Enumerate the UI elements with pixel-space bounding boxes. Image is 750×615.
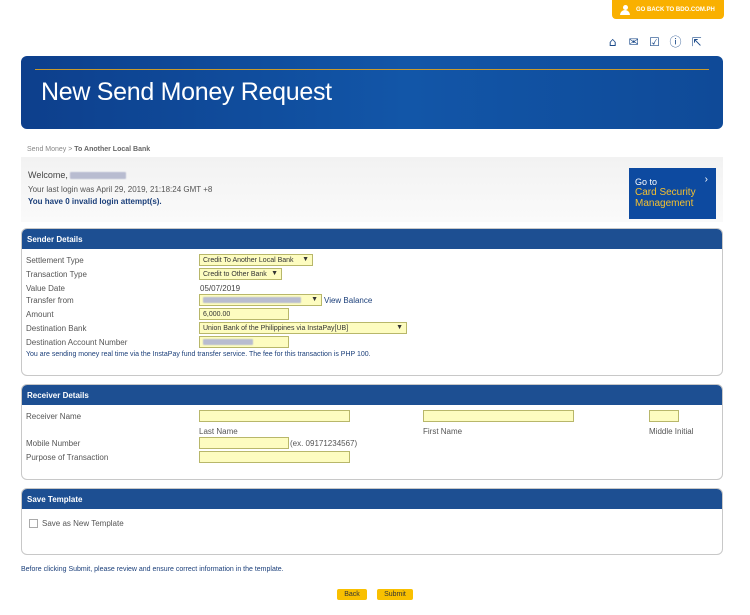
save-template-checkbox[interactable] [29,519,38,528]
destination-bank-select[interactable]: Union Bank of the Philippines via InstaP… [199,322,407,334]
back-button[interactable]: Back [337,589,367,600]
go-back-label: GO BACK TO BDO.COM.PH [636,6,715,13]
page-title: New Send Money Request [41,78,332,106]
card-security-link[interactable]: › Go to Card Security Management [629,168,716,219]
dropdown-arrow-icon: ▼ [311,296,318,303]
card-security-title: Card Security [635,187,696,198]
redacted-username [70,172,127,180]
dropdown-arrow-icon: ▼ [396,324,403,331]
receiver-details-panel: Receiver Details Receiver Name Last Name… [21,384,723,480]
go-back-button[interactable]: GO BACK TO BDO.COM.PH [612,0,724,19]
save-template-panel: Save Template Save as New Template [21,488,723,555]
save-template-label: Save as New Template [42,519,124,528]
settlement-type-value: Credit To Another Local Bank [203,257,294,264]
last-login-text: Your last login was April 29, 2019, 21:1… [28,185,213,194]
purpose-input[interactable] [199,451,350,463]
amount-label: Amount [26,310,54,319]
breadcrumb-parent[interactable]: Send Money [27,146,66,153]
review-note: Before clicking Submit, please review an… [21,566,284,573]
receiver-details-header: Receiver Details [22,385,722,405]
dropdown-arrow-icon: ▼ [271,270,278,277]
checklist-icon[interactable]: ☑ [648,36,661,48]
welcome-text: Welcome, [28,170,68,180]
home-icon[interactable]: ⌂ [606,36,619,48]
share-icon[interactable]: ⇱ [690,36,703,48]
destination-bank-value: Union Bank of the Philippines via InstaP… [203,325,349,332]
invalid-login-text: You have 0 invalid login attempt(s). [28,197,162,206]
submit-button[interactable]: Submit [377,589,413,600]
info-icon[interactable]: ⓘ [669,36,682,48]
first-name-input[interactable] [423,410,574,422]
welcome-section: Welcome, Your last login was April 29, 2… [21,157,723,222]
banner-divider [35,69,709,70]
dropdown-arrow-icon: ▼ [302,256,309,263]
redacted-account-number [203,339,253,346]
last-name-caption: Last Name [199,427,238,436]
breadcrumb-current: To Another Local Bank [74,146,151,153]
page-banner: New Send Money Request [21,56,723,129]
sender-details-header: Sender Details [22,229,722,249]
transaction-type-label: Transaction Type [26,270,87,279]
sender-details-panel: Sender Details Settlement Type Credit To… [21,228,723,376]
last-name-input[interactable] [199,410,350,422]
purpose-label: Purpose of Transaction [26,453,109,462]
middle-initial-caption: Middle Initial [649,427,694,436]
top-icon-bar: ⌂ ✉ ☑ ⓘ ⇱ [606,36,703,48]
destination-account-label: Destination Account Number [26,338,128,347]
middle-initial-input[interactable] [649,410,679,422]
settlement-type-select[interactable]: Credit To Another Local Bank ▼ [199,254,313,266]
redacted-account [203,297,301,304]
value-date: 05/07/2019 [200,284,241,293]
destination-bank-label: Destination Bank [26,324,87,333]
transaction-type-select[interactable]: Credit to Other Bank ▼ [199,268,282,280]
user-icon [620,4,630,15]
save-template-header: Save Template [22,489,722,509]
transfer-from-label: Transfer from [26,296,74,305]
transfer-from-select[interactable]: ▼ [199,294,322,306]
mail-icon[interactable]: ✉ [627,36,640,48]
settlement-type-label: Settlement Type [26,256,84,265]
receiver-name-label: Receiver Name [26,412,82,421]
value-date-label: Value Date [26,284,65,293]
chevron-right-icon: › [704,174,708,185]
breadcrumb: Send Money > To Another Local Bank [27,146,150,153]
instapay-note: You are sending money real time via the … [26,351,371,358]
first-name-caption: First Name [423,427,463,436]
card-security-subtitle: Management [635,198,694,209]
transaction-type-value: Credit to Other Bank [203,271,267,278]
mobile-number-label: Mobile Number [26,439,81,448]
mobile-number-hint: (ex. 09171234567) [290,439,358,448]
destination-account-input[interactable] [199,336,289,348]
amount-input[interactable]: 6,000.00 [199,308,289,320]
welcome-greeting: Welcome, [28,170,127,180]
view-balance-link[interactable]: View Balance [324,296,372,305]
mobile-number-input[interactable] [199,437,289,449]
